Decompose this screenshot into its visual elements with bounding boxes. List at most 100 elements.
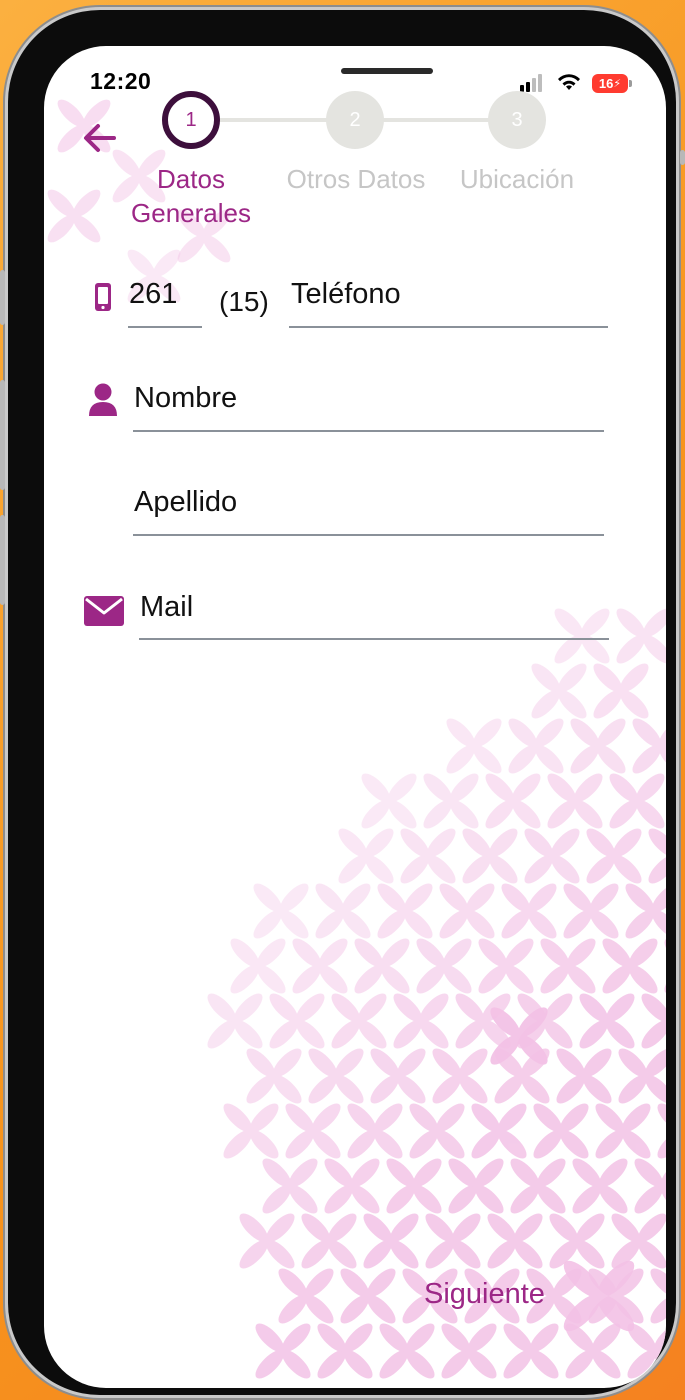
mobile-phone-icon — [95, 283, 111, 311]
petal-decoration — [560, 802, 666, 910]
step-2-number: 2 — [349, 108, 361, 131]
petal-decoration — [606, 692, 666, 800]
battery-level: 16 — [598, 75, 614, 91]
petal-decoration — [413, 857, 521, 965]
petal-decoration — [459, 747, 567, 855]
petal-decoration — [415, 1297, 523, 1388]
step-1-label: Datos Generales — [131, 164, 251, 228]
petal-decoration — [275, 1187, 383, 1295]
petal-decoration — [397, 747, 505, 855]
petal-decoration — [537, 857, 645, 965]
silent-switch — [0, 515, 5, 605]
petal-decoration — [482, 692, 590, 800]
petal-decoration — [569, 1077, 666, 1185]
petal-pattern-background — [44, 75, 666, 1388]
petal-decoration — [615, 967, 666, 1075]
phone-input[interactable]: Teléfono — [291, 278, 401, 311]
petal-decoration — [647, 1187, 666, 1295]
area-code-input[interactable]: 261 — [129, 278, 177, 311]
surname-underline — [133, 534, 604, 536]
petal-decoration — [624, 1242, 666, 1350]
petal-decoration — [601, 1297, 666, 1388]
surname-input[interactable]: Apellido — [134, 486, 237, 519]
petal-decoration — [321, 1077, 429, 1185]
petal-decoration — [335, 747, 443, 855]
name-underline — [133, 430, 604, 432]
next-button[interactable]: Siguiente — [424, 1278, 545, 1311]
petal-decoration — [259, 1077, 367, 1185]
envelope-icon — [84, 596, 124, 626]
petal-decoration — [475, 857, 583, 965]
petal-decoration — [181, 967, 289, 1075]
wifi-icon — [558, 74, 580, 90]
status-icons: 16 ⚡ — [520, 70, 632, 96]
petal-decoration — [236, 1132, 344, 1240]
petal-decoration — [528, 582, 636, 690]
petal-decoration — [197, 1077, 305, 1185]
petal-decoration — [374, 802, 482, 910]
petal-decoration — [562, 1242, 666, 1350]
petal-decoration — [599, 857, 666, 965]
petal-decoration — [521, 747, 629, 855]
step-2-label: Otros Datos — [286, 164, 426, 194]
petal-decoration — [539, 1297, 647, 1388]
area-code-underline — [128, 326, 202, 328]
email-input[interactable]: Mail — [140, 591, 193, 624]
petal-decoration — [608, 1132, 666, 1240]
arrow-left-icon — [84, 124, 116, 152]
petal-decoration — [367, 967, 475, 1075]
petal-decoration — [592, 1022, 666, 1130]
petal-decoration — [531, 1228, 666, 1364]
petal-decoration — [328, 912, 436, 1020]
petal-decoration — [491, 967, 599, 1075]
petal-decoration — [585, 1187, 666, 1295]
petal-decoration — [383, 1077, 491, 1185]
step-3-indicator: 3 — [488, 91, 546, 149]
petal-decoration — [298, 1132, 406, 1240]
petal-decoration — [312, 802, 420, 910]
petal-decoration — [505, 637, 613, 745]
phone-frame: 12:20 16 ⚡ 1 2 3 Datos Generales Otros D… — [8, 10, 676, 1395]
petal-decoration — [468, 1022, 576, 1130]
petal-decoration — [463, 980, 575, 1092]
petal-decoration — [507, 1077, 615, 1185]
petal-decoration — [622, 802, 666, 910]
petal-decoration — [638, 912, 666, 1020]
petal-decoration — [103, 225, 205, 327]
petal-decoration — [429, 967, 537, 1075]
petal-decoration — [452, 912, 560, 1020]
petal-decoration — [406, 1022, 514, 1130]
status-time: 12:20 — [90, 68, 152, 94]
petal-decoration — [360, 1132, 468, 1240]
petal-decoration — [314, 1242, 422, 1350]
name-input[interactable]: Nombre — [134, 382, 237, 415]
petal-decoration — [420, 692, 528, 800]
petal-decoration — [576, 912, 666, 1020]
step-3-label: Ubicación — [459, 164, 575, 194]
phone-prefix-label: (15) — [219, 286, 269, 317]
power-button — [680, 150, 685, 165]
petal-decoration — [553, 967, 661, 1075]
petal-decoration — [583, 747, 666, 855]
petal-decoration — [353, 1297, 461, 1388]
petal-decoration — [514, 912, 622, 1020]
petal-decoration — [220, 1022, 328, 1130]
volume-up-button — [0, 270, 5, 325]
step-1-indicator: 1 — [162, 91, 220, 149]
petal-decoration — [477, 1297, 585, 1388]
phone-underline — [289, 326, 608, 328]
battery-charging-icon: 16 ⚡ — [592, 73, 632, 93]
petal-decoration — [567, 637, 666, 745]
back-button[interactable] — [80, 118, 120, 158]
app-screen: 12:20 16 ⚡ 1 2 3 Datos Generales Otros D… — [44, 46, 666, 1388]
step-3-number: 3 — [511, 108, 523, 131]
petal-decoration — [544, 692, 652, 800]
petal-decoration — [282, 1022, 390, 1130]
petal-decoration — [344, 1022, 452, 1130]
petal-decoration — [243, 967, 351, 1075]
petal-decoration — [590, 582, 666, 690]
user-icon — [89, 383, 117, 416]
step-1-number: 1 — [185, 108, 197, 131]
email-underline — [139, 638, 609, 640]
petal-decoration — [291, 1297, 399, 1388]
